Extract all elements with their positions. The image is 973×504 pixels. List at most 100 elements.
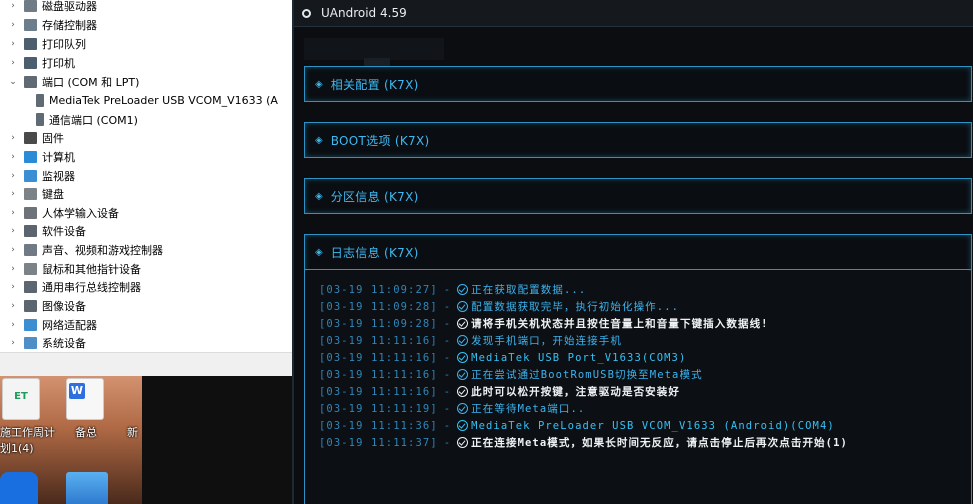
log-separator: - — [443, 368, 452, 381]
storage-controller-icon — [24, 18, 37, 31]
device-tree-item[interactable]: › 声音、视频和游戏控制器 — [0, 240, 163, 259]
panel-title: 分区信息 (K7X) — [330, 189, 419, 204]
device-tree-item[interactable]: › 软件设备 — [0, 221, 86, 240]
device-tree-item[interactable]: › 网络适配器 — [0, 315, 97, 334]
device-tree-label: 鼠标和其他指针设备 — [42, 262, 141, 276]
panel-title: 相关配置 (K7X) — [330, 77, 419, 92]
computer-icon — [24, 150, 37, 163]
device-tree-item[interactable]: › 通用串行总线控制器 — [0, 277, 141, 296]
title-bar[interactable]: UAndroid 4.59 — [294, 0, 973, 27]
et-badge: ET — [14, 391, 28, 402]
device-tree-label: MediaTek PreLoader USB VCOM_V1633 (A — [49, 94, 278, 107]
log-separator: - — [443, 283, 452, 296]
device-tree-label: 软件设备 — [42, 224, 86, 238]
log-panel-header[interactable]: ◈ 日志信息 (K7X) — [305, 235, 971, 270]
check-circle-icon — [457, 352, 469, 363]
panel-config[interactable]: ◈ 相关配置 (K7X) — [304, 66, 972, 102]
check-circle-icon — [457, 284, 469, 295]
chevron-right-icon[interactable]: › — [8, 133, 18, 143]
chevron-right-icon[interactable]: › — [8, 226, 18, 236]
chevron-right-icon[interactable]: › — [8, 245, 18, 255]
device-tree-item[interactable]: › 鼠标和其他指针设备 — [0, 259, 141, 278]
chevron-right-icon[interactable]: › — [8, 171, 18, 181]
sound-icon — [24, 243, 37, 256]
device-tree-item[interactable]: › 磁盘驱动器 — [0, 0, 97, 15]
check-circle-icon — [457, 369, 469, 380]
device-tree-item[interactable]: › 打印队列 — [0, 34, 86, 53]
wps-writer-icon[interactable]: W — [66, 378, 104, 420]
chevron-right-icon[interactable]: › — [8, 282, 18, 292]
desktop-icon-label-line2: 划1(4) — [0, 442, 34, 455]
desktop-icon-label: 备总 — [75, 426, 97, 439]
log-message: 发现手机端口，开始连接手机 — [471, 335, 622, 347]
log-timestamp: [03-19 11:09:27] — [319, 283, 438, 296]
log-separator: - — [443, 402, 452, 415]
chevron-right-icon[interactable]: › — [8, 264, 18, 274]
device-tree-item[interactable]: › 系统设备 — [0, 333, 86, 352]
chevron-right-icon[interactable]: › — [8, 20, 18, 30]
device-tree-item[interactable]: › 监视器 — [0, 166, 75, 185]
log-line: [03-19 11:11:36] - MediaTek PreLoader USB … — [319, 417, 835, 434]
log-message: 正在等待Meta端口.. — [471, 403, 586, 415]
log-message: 正在获取配置数据... — [471, 284, 587, 296]
device-tree-label: 系统设备 — [42, 336, 86, 350]
et-file-icon[interactable]: ET — [2, 378, 40, 420]
device-tree-item[interactable]: › 人体学输入设备 — [0, 203, 119, 222]
panel-boot-options[interactable]: ◈ BOOT选项 (K7X) — [304, 122, 972, 158]
app-logo-icon — [302, 8, 311, 18]
log-output[interactable]: [03-19 11:09:27] - 正在获取配置数据... [03-19 11:09… — [305, 271, 971, 504]
device-tree-item[interactable]: ⌄ 端口 (COM 和 LPT) — [0, 72, 139, 91]
panel-partition-info[interactable]: ◈ 分区信息 (K7X) — [304, 178, 972, 214]
layers-icon: ◈ — [315, 134, 323, 146]
log-timestamp: [03-19 11:09:28] — [319, 300, 438, 313]
log-timestamp: [03-19 11:11:36] — [319, 419, 438, 432]
device-tree-item[interactable]: › 存储控制器 — [0, 15, 97, 34]
chevron-down-icon[interactable]: ⌄ — [8, 77, 18, 87]
log-timestamp: [03-19 11:11:16] — [319, 334, 438, 347]
folder-shortcut-icon[interactable] — [66, 472, 108, 504]
horizontal-scrollbar[interactable] — [0, 352, 294, 377]
device-tree-item[interactable]: › 打印机 — [0, 53, 75, 72]
chevron-right-icon[interactable]: › — [8, 39, 18, 49]
device-tree-item[interactable]: › 计算机 — [0, 147, 75, 166]
panel-title: 日志信息 (K7X) — [330, 245, 419, 260]
device-tree-label: 打印机 — [42, 56, 75, 70]
port-device-icon — [36, 113, 44, 126]
device-tree-label: 网络适配器 — [42, 318, 97, 332]
log-message: 配置数据获取完毕，执行初始化操作... — [471, 301, 680, 313]
chevron-right-icon[interactable]: › — [8, 208, 18, 218]
device-tree-label: 人体学输入设备 — [42, 206, 119, 220]
port-icon — [24, 75, 37, 88]
monitor-icon — [24, 169, 37, 182]
device-tree-item[interactable]: › 键盘 — [0, 184, 64, 203]
chevron-right-icon[interactable]: › — [8, 189, 18, 199]
log-timestamp: [03-19 11:11:16] — [319, 351, 438, 364]
port-device-icon — [36, 94, 44, 107]
log-message: 正在尝试通过BootRomUSB切换至Meta模式 — [471, 369, 703, 381]
chevron-right-icon[interactable]: › — [8, 1, 18, 11]
log-separator: - — [443, 419, 452, 432]
log-separator: - — [443, 317, 452, 330]
chevron-right-icon[interactable]: › — [8, 152, 18, 162]
device-tree-item[interactable]: › 图像设备 — [0, 296, 86, 315]
check-circle-icon — [457, 403, 469, 414]
chevron-right-icon[interactable]: › — [8, 301, 18, 311]
log-line: [03-19 11:09:27] - 正在获取配置数据... — [319, 281, 586, 298]
log-message: 请将手机关机状态并且按住音量上和音量下键插入数据线! — [471, 318, 769, 330]
uandroid-window: UAndroid 4.59 ◈ 相关配置 (K7X) ◈ BOOT选项 (K7X… — [292, 0, 973, 504]
check-circle-icon — [457, 420, 469, 431]
device-tree-item[interactable]: 通信端口 (COM1) — [0, 110, 138, 129]
device-tree-item[interactable]: › 固件 — [0, 128, 64, 147]
check-circle-icon — [457, 335, 469, 346]
network-adapter-icon — [24, 318, 37, 331]
device-tree-item[interactable]: MediaTek PreLoader USB VCOM_V1633 (A — [0, 91, 278, 110]
print-queue-icon — [24, 37, 37, 50]
printer-icon — [24, 56, 37, 69]
device-tree-label: 打印队列 — [42, 37, 86, 51]
chevron-right-icon[interactable]: › — [8, 338, 18, 348]
log-line: [03-19 11:11:16] - 正在尝试通过BootRomUSB切换至Meta… — [319, 366, 703, 383]
log-timestamp: [03-19 11:11:19] — [319, 402, 438, 415]
chevron-right-icon[interactable]: › — [8, 320, 18, 330]
app-shortcut-icon[interactable] — [0, 472, 38, 504]
chevron-right-icon[interactable]: › — [8, 58, 18, 68]
